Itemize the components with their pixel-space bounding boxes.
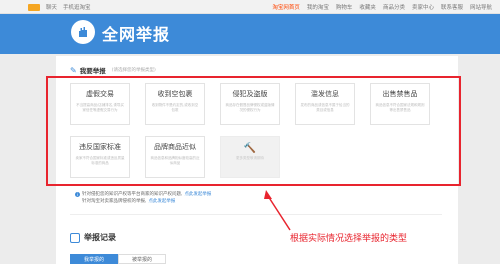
brand-report-link[interactable]: 点此发起举报 <box>148 198 175 205</box>
nav-site-map[interactable]: 网站导航 <box>470 3 492 11</box>
record-icon <box>70 232 80 243</box>
top-bar: 聊天 手机逛淘宝 淘宝网首页 我的淘宝 购物车 收藏夹 商品分类 卖家中心 联系… <box>0 0 500 14</box>
annotation-text: 根据实际情况选择举报的类型 <box>290 234 408 244</box>
nav-home[interactable]: 淘宝网首页 <box>272 3 300 11</box>
nav-categories[interactable]: 商品分类 <box>383 3 405 11</box>
section-title: 我要举报 <box>79 67 106 75</box>
report-section-header: ✎ 我要举报 (请选择您的举报类型) <box>70 65 156 76</box>
report-icon: ✎ <box>70 65 77 75</box>
record-title: 举报记录 <box>84 233 116 242</box>
report-notice: i 针对侵犯您的知识产权等平台商家的知识产权问题, 点此发起举报 针对淘宝对卖家… <box>75 191 211 205</box>
chat-link[interactable]: 聊天 <box>46 3 57 11</box>
nav-my-taobao[interactable]: 我的淘宝 <box>307 3 329 11</box>
mobile-taobao-link[interactable]: 手机逛淘宝 <box>63 3 91 11</box>
nav-cart[interactable]: 购物车 <box>336 3 353 11</box>
divider <box>70 214 442 215</box>
record-tabs: 我举报的 被举报的 <box>70 254 166 264</box>
tab-reported-against-me[interactable]: 被举报的 <box>118 254 166 264</box>
top-bar-right: 淘宝网首页 我的淘宝 购物车 收藏夹 商品分类 卖家中心 联系客服 网站导航 <box>272 3 492 11</box>
nav-service[interactable]: 联系客服 <box>441 3 463 11</box>
info-icon: i <box>75 192 80 197</box>
ip-report-link[interactable]: 点此发起举报 <box>184 191 211 198</box>
notice-row: i 针对侵犯您的知识产权等平台商家的知识产权问题, 点此发起举报 <box>75 191 211 198</box>
page-title: 全网举报 <box>102 25 171 44</box>
fist-icon <box>71 20 95 44</box>
tab-my-reports[interactable]: 我举报的 <box>70 254 118 264</box>
section-note: (请选择您的举报类型) <box>111 68 156 73</box>
notice-row: 针对淘宝对卖家品牌侵权的举报, 点此发起举报 <box>75 198 211 205</box>
top-bar-left: 聊天 手机逛淘宝 <box>28 3 91 11</box>
avatar[interactable] <box>28 3 40 11</box>
notice-text: 针对侵犯您的知识产权等平台商家的知识产权问题, <box>82 192 183 197</box>
nav-favorites[interactable]: 收藏夹 <box>359 3 376 11</box>
notice-text: 针对淘宝对卖家品牌侵权的举报, <box>82 199 147 204</box>
record-section-header: 举报记录 <box>70 232 116 243</box>
highlight-box <box>46 76 461 186</box>
nav-seller-center[interactable]: 卖家中心 <box>412 3 434 11</box>
